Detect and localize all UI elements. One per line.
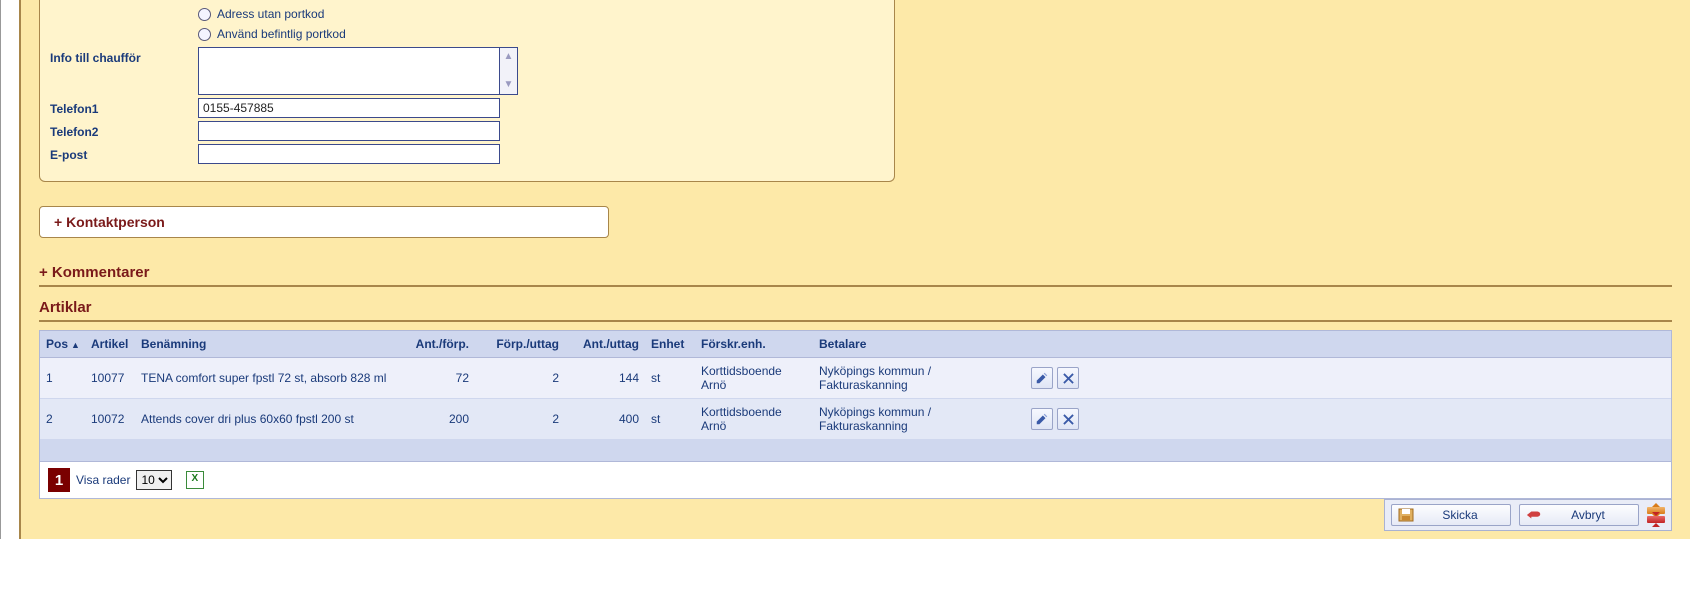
driver-info-label: Info till chaufför [50,47,198,65]
save-icon [1398,508,1414,522]
col-forp-uttag[interactable]: Förp./uttag [475,331,565,357]
cell-name: Attends cover dri plus 60x60 fpstl 200 s… [135,406,395,432]
cell-presc: Korttidsboende Arnö [695,399,813,439]
col-actions [1027,341,1083,347]
cell-art: 10072 [85,406,135,432]
radio-existing-portcode-label: Använd befintlig portkod [217,27,346,41]
radio-no-portcode-label: Adress utan portkod [217,7,324,21]
grid-spacer [40,440,1671,462]
cell-pos: 1 [40,365,85,391]
cell-autt: 400 [565,406,645,432]
chevron-up-icon: ▲ [504,52,514,62]
cell-art: 10077 [85,365,135,391]
delivery-form-card: Adress utan portkod Använd befintlig por… [39,0,895,182]
section-articles-title: Artiklar [39,295,1672,322]
radio-no-portcode[interactable]: Adress utan portkod [198,4,884,24]
rows-label: Visa rader [76,473,130,487]
cell-presc: Korttidsboende Arnö [695,358,813,398]
cell-unit: st [645,406,695,432]
grid-footer: 1 Visa rader 10 [40,462,1671,498]
cell-aforp: 200 [395,406,475,432]
edit-row-button[interactable] [1031,367,1053,389]
cancel-button-label: Avbryt [1548,508,1628,522]
articles-grid: Pos▲ Artikel Benämning Ant./förp. Förp./… [39,330,1672,499]
cell-autt: 144 [565,365,645,391]
chevron-down-icon: ▼ [504,80,514,90]
export-excel-icon[interactable] [186,471,204,489]
driver-info-input[interactable] [198,47,500,95]
col-forskr-enh[interactable]: Förskr.enh. [695,331,813,357]
cell-aforp: 72 [395,365,475,391]
col-enhet[interactable]: Enhet [645,331,695,357]
cancel-button[interactable]: Avbryt [1519,504,1639,526]
tel1-label: Telefon1 [50,98,198,116]
send-button-label: Skicka [1420,508,1500,522]
email-label: E-post [50,144,198,162]
resize-icons[interactable] [1647,507,1665,523]
sort-asc-icon: ▲ [71,340,80,350]
table-row: 1 10077 TENA comfort super fpstl 72 st, … [40,358,1671,399]
cell-unit: st [645,365,695,391]
radio-icon [198,8,211,21]
cell-futt: 2 [475,406,565,432]
undo-arrow-icon [1526,509,1542,521]
pencil-icon [1035,412,1049,426]
grid-header-row: Pos▲ Artikel Benämning Ant./förp. Förp./… [40,331,1671,358]
pencil-icon [1035,371,1049,385]
bottom-action-bar: Skicka Avbryt [1384,499,1672,531]
cell-futt: 2 [475,365,565,391]
close-icon [1063,373,1074,384]
delete-row-button[interactable] [1057,408,1079,430]
col-ant-uttag[interactable]: Ant./uttag [565,331,645,357]
cell-name: TENA comfort super fpstl 72 st, absorb 8… [135,365,395,391]
table-row: 2 10072 Attends cover dri plus 60x60 fps… [40,399,1671,440]
textarea-scrollbar[interactable]: ▲ ▼ [500,47,518,95]
col-benamning[interactable]: Benämning [135,331,395,357]
send-button[interactable]: Skicka [1391,504,1511,526]
cell-pos: 2 [40,406,85,432]
col-pos[interactable]: Pos▲ [40,331,85,357]
left-gutter [1,0,21,539]
edit-row-button[interactable] [1031,408,1053,430]
tel2-input[interactable] [198,121,500,141]
col-ant-forp[interactable]: Ant./förp. [395,331,475,357]
page-indicator[interactable]: 1 [48,468,70,492]
panel-comments[interactable]: + Kommentarer [39,260,1672,287]
cell-pay: Nyköpings kommun / Fakturaskanning [813,358,1027,398]
close-icon [1063,414,1074,425]
panel-contact-person[interactable]: + Kontaktperson [39,206,609,238]
email-input[interactable] [198,144,500,164]
tel2-label: Telefon2 [50,121,198,139]
col-betalare[interactable]: Betalare [813,331,1027,357]
tel1-input[interactable] [198,98,500,118]
radio-existing-portcode[interactable]: Använd befintlig portkod [198,24,884,44]
cell-pay: Nyköpings kommun / Fakturaskanning [813,399,1027,439]
radio-icon [198,28,211,41]
rows-per-page-select[interactable]: 10 [136,470,172,490]
collapse-icon [1647,516,1665,523]
col-artikel[interactable]: Artikel [85,331,135,357]
delete-row-button[interactable] [1057,367,1079,389]
